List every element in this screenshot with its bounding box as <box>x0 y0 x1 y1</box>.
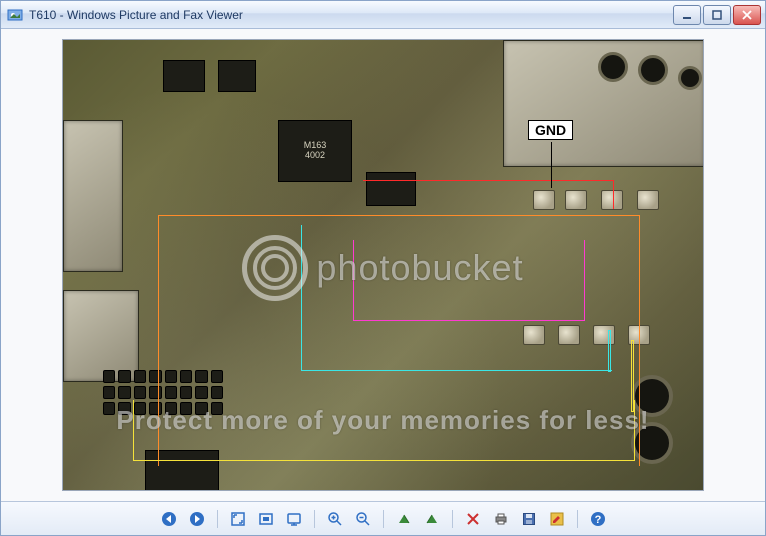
edit-button[interactable] <box>547 509 567 529</box>
window-controls <box>673 5 761 25</box>
best-fit-button[interactable] <box>228 509 248 529</box>
app-window: T610 - Windows Picture and Fax Viewer <box>0 0 766 536</box>
toolbar-separator <box>217 510 218 528</box>
toolbar-separator <box>577 510 578 528</box>
gnd-label: GND <box>528 120 573 140</box>
annotation-wire <box>363 180 614 209</box>
delete-button[interactable] <box>463 509 483 529</box>
app-icon <box>7 7 23 23</box>
annotation-wire <box>301 225 612 371</box>
component <box>163 60 205 92</box>
component <box>218 60 256 92</box>
rotate-ccw-button[interactable] <box>394 509 414 529</box>
help-button[interactable]: ? <box>588 509 608 529</box>
previous-image-button[interactable] <box>159 509 179 529</box>
window-title: T610 - Windows Picture and Fax Viewer <box>29 8 667 22</box>
svg-text:?: ? <box>594 514 601 526</box>
toolbar-separator <box>383 510 384 528</box>
gnd-leader-line <box>551 142 552 188</box>
connector <box>63 120 123 272</box>
annotation-wire <box>631 340 634 412</box>
slideshow-button[interactable] <box>284 509 304 529</box>
save-copy-button[interactable] <box>519 509 539 529</box>
annotation-wire <box>133 400 635 461</box>
print-button[interactable] <box>491 509 511 529</box>
titlebar: T610 - Windows Picture and Fax Viewer <box>1 1 765 29</box>
rotate-cw-button[interactable] <box>422 509 442 529</box>
zoom-in-button[interactable] <box>325 509 345 529</box>
close-button[interactable] <box>733 5 761 25</box>
screw-hole <box>598 52 628 82</box>
toolbar: ? <box>1 501 765 535</box>
minimize-button[interactable] <box>673 5 701 25</box>
toolbar-separator <box>452 510 453 528</box>
actual-size-button[interactable] <box>256 509 276 529</box>
screw-hole <box>638 55 668 85</box>
displayed-image: M163 4002 <box>62 39 704 491</box>
zoom-out-button[interactable] <box>353 509 373 529</box>
next-image-button[interactable] <box>187 509 207 529</box>
maximize-button[interactable] <box>703 5 731 25</box>
toolbar-separator <box>314 510 315 528</box>
solder-pad <box>637 190 659 210</box>
ic-chip: M163 4002 <box>278 120 352 182</box>
connector <box>63 290 139 382</box>
screw-hole <box>678 66 702 90</box>
annotation-wire <box>608 330 611 372</box>
viewer-area: M163 4002 <box>1 29 765 501</box>
